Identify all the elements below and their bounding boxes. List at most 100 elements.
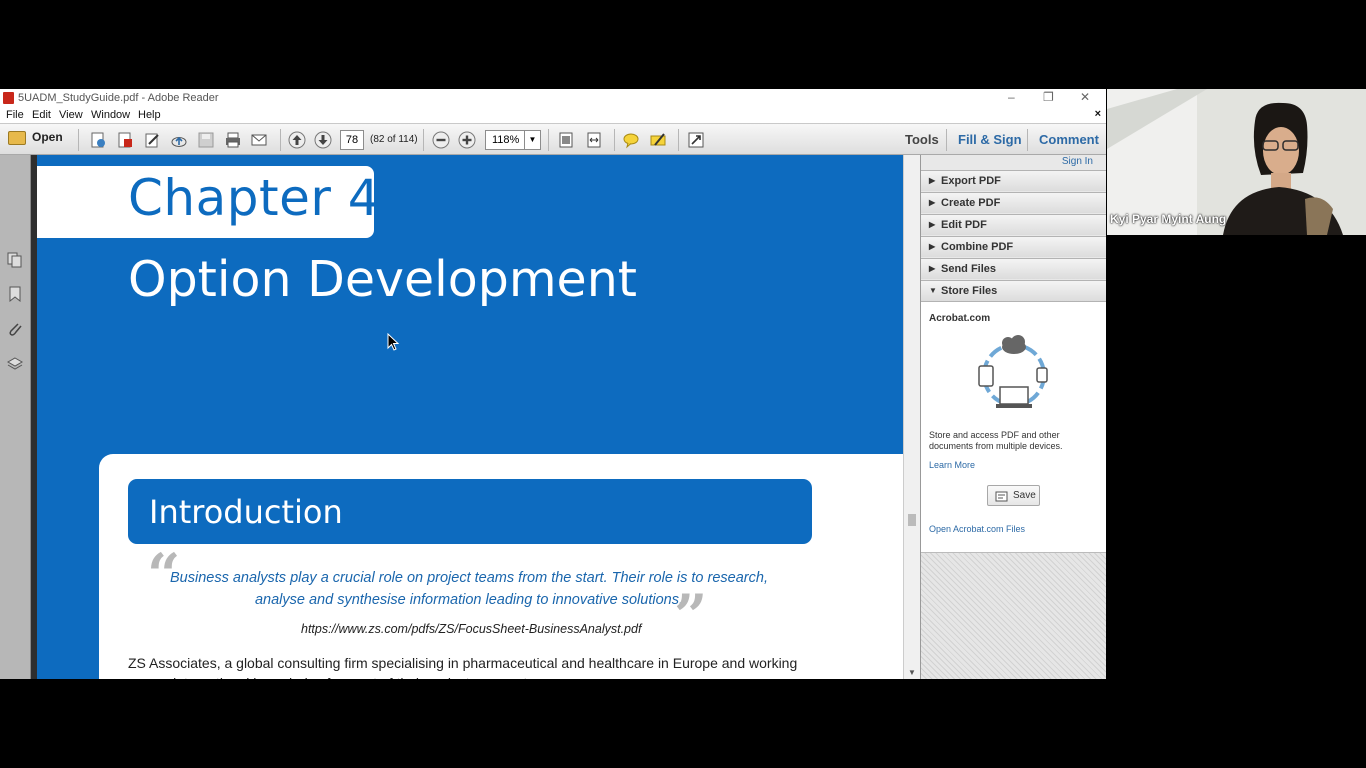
panel-section-label: Create PDF: [941, 197, 1001, 209]
document-viewport[interactable]: Chapter 4 Option Development Introductio…: [31, 155, 903, 679]
toolbar-separator: [678, 129, 679, 151]
window-title: 5UADM_StudyGuide.pdf - Adobe Reader: [18, 92, 219, 104]
pdf-file-icon: [3, 92, 14, 104]
chevron-right-icon: ▶: [929, 242, 936, 251]
scroll-down-icon[interactable]: ▼: [908, 668, 916, 677]
panel-section-export-pdf[interactable]: ▶ Export PDF: [921, 170, 1106, 191]
folder-icon: [8, 130, 26, 145]
panel-section-label: Combine PDF: [941, 241, 1014, 253]
cloud-devices-icon: [978, 335, 1048, 408]
sticky-note-icon[interactable]: [622, 131, 640, 149]
edit-pdf-icon[interactable]: [143, 131, 161, 149]
content-panel: Introduction “ Business analysts play a …: [99, 454, 903, 679]
save-icon[interactable]: [197, 131, 215, 149]
chevron-right-icon: ▶: [929, 198, 936, 207]
print-icon[interactable]: [224, 131, 242, 149]
close-document-button[interactable]: ×: [1095, 108, 1101, 120]
page-thumbnails-icon[interactable]: [7, 252, 23, 268]
section-banner: Introduction: [128, 479, 812, 544]
body-paragraph: ZS Associates, a global consulting firm …: [128, 655, 798, 679]
chevron-right-icon: ▶: [929, 264, 936, 273]
menu-file[interactable]: File: [6, 109, 24, 121]
adobe-reader-window: 5UADM_StudyGuide.pdf - Adobe Reader – ❐ …: [0, 89, 1106, 679]
panel-empty-area: [921, 552, 1106, 679]
fit-width-icon[interactable]: [585, 131, 603, 149]
panel-section-combine-pdf[interactable]: ▶ Combine PDF: [921, 236, 1106, 257]
cloud-upload-icon[interactable]: [170, 131, 188, 149]
attachments-icon[interactable]: [7, 321, 23, 337]
email-icon[interactable]: [250, 131, 268, 149]
zoom-out-icon[interactable]: [432, 131, 450, 149]
page-number-input[interactable]: 78: [340, 130, 364, 150]
panel-section-edit-pdf[interactable]: ▶ Edit PDF: [921, 214, 1106, 235]
panel-section-label: Send Files: [941, 263, 997, 275]
zoom-select[interactable]: 118% ▼: [485, 130, 541, 150]
navigation-pane: [0, 155, 31, 679]
panel-section-label: Edit PDF: [941, 219, 987, 231]
participant-name: Kyi Pyar Myint Aung: [1110, 212, 1227, 226]
toolbar-separator: [280, 129, 281, 151]
zoom-in-icon[interactable]: [458, 131, 476, 149]
close-quote-mark: ”: [674, 582, 708, 650]
store-files-content: Acrobat.com Store and access PDF and oth…: [921, 301, 1106, 552]
comment-button[interactable]: Comment: [1039, 132, 1099, 147]
menu-bar: File Edit View Window Help ×: [0, 107, 1106, 123]
export-pdf-icon[interactable]: [116, 131, 134, 149]
close-button[interactable]: ✕: [1080, 90, 1090, 104]
menu-help[interactable]: Help: [138, 109, 161, 121]
menu-window[interactable]: Window: [91, 109, 130, 121]
main-toolbar: Open 78 (82 of 114) 118% ▼ Tools Fill &: [0, 123, 1106, 155]
zoom-value: 118%: [492, 134, 520, 146]
fill-sign-button[interactable]: Fill & Sign: [958, 132, 1022, 147]
learn-more-link[interactable]: Learn More: [929, 460, 975, 470]
chapter-title: Option Development: [128, 251, 637, 308]
menu-edit[interactable]: Edit: [32, 109, 51, 121]
toolbar-separator: [946, 129, 947, 151]
panel-section-send-files[interactable]: ▶ Send Files: [921, 258, 1106, 279]
panel-section-store-files[interactable]: ▼ Store Files: [921, 280, 1106, 301]
toolbar-separator: [1027, 129, 1028, 151]
title-bar: 5UADM_StudyGuide.pdf - Adobe Reader – ❐ …: [0, 89, 1106, 107]
highlight-icon[interactable]: [649, 131, 667, 149]
toolbar-separator: [614, 129, 615, 151]
store-description: Store and access PDF and other documents…: [929, 430, 1063, 451]
vertical-scrollbar[interactable]: ▼: [903, 155, 921, 679]
panel-section-create-pdf[interactable]: ▶ Create PDF: [921, 192, 1106, 213]
pdf-page: Chapter 4 Option Development Introductio…: [37, 155, 903, 679]
previous-page-icon[interactable]: [288, 131, 306, 149]
create-pdf-icon[interactable]: [89, 131, 107, 149]
restore-button[interactable]: ❐: [1043, 90, 1054, 104]
save-label: Save: [1013, 490, 1036, 501]
webcam-video-tile: Kyi Pyar Myint Aung: [1107, 89, 1366, 235]
bookmarks-icon[interactable]: [7, 286, 23, 302]
next-page-icon[interactable]: [314, 131, 332, 149]
fit-page-icon[interactable]: [557, 131, 575, 149]
quote-source: https://www.zs.com/pdfs/ZS/FocusSheet-Bu…: [301, 622, 642, 636]
tools-button[interactable]: Tools: [905, 132, 939, 147]
scrollbar-thumb[interactable]: [908, 514, 916, 526]
toolbar-separator: [78, 129, 79, 151]
open-label: Open: [32, 130, 63, 144]
sign-in-link[interactable]: Sign In: [1062, 156, 1093, 167]
chevron-down-icon[interactable]: ▼: [524, 131, 540, 149]
read-mode-icon[interactable]: [687, 131, 705, 149]
menu-view[interactable]: View: [59, 109, 83, 121]
page-count: (82 of 114): [370, 134, 418, 145]
save-to-acrobat-button[interactable]: Save: [987, 485, 1040, 506]
chevron-right-icon: ▶: [929, 220, 936, 229]
section-heading: Introduction: [149, 493, 343, 531]
tools-pane: Sign In ▶ Export PDF ▶ Create PDF ▶ Edit PD…: [920, 155, 1106, 679]
minimize-button[interactable]: –: [1008, 90, 1015, 104]
toolbar-separator: [423, 129, 424, 151]
mouse-cursor-icon: [387, 333, 399, 351]
toolbar-separator: [548, 129, 549, 151]
chevron-right-icon: ▶: [929, 176, 936, 185]
open-button[interactable]: Open: [8, 130, 63, 145]
acrobat-com-heading: Acrobat.com: [929, 313, 991, 324]
panel-section-label: Export PDF: [941, 175, 1001, 187]
save-cloud-icon: [995, 491, 1008, 502]
layers-icon[interactable]: [7, 356, 23, 372]
chapter-heading: Chapter 4: [128, 169, 381, 227]
open-acrobat-files-link[interactable]: Open Acrobat.com Files: [929, 524, 1025, 534]
panel-section-label: Store Files: [941, 285, 998, 297]
